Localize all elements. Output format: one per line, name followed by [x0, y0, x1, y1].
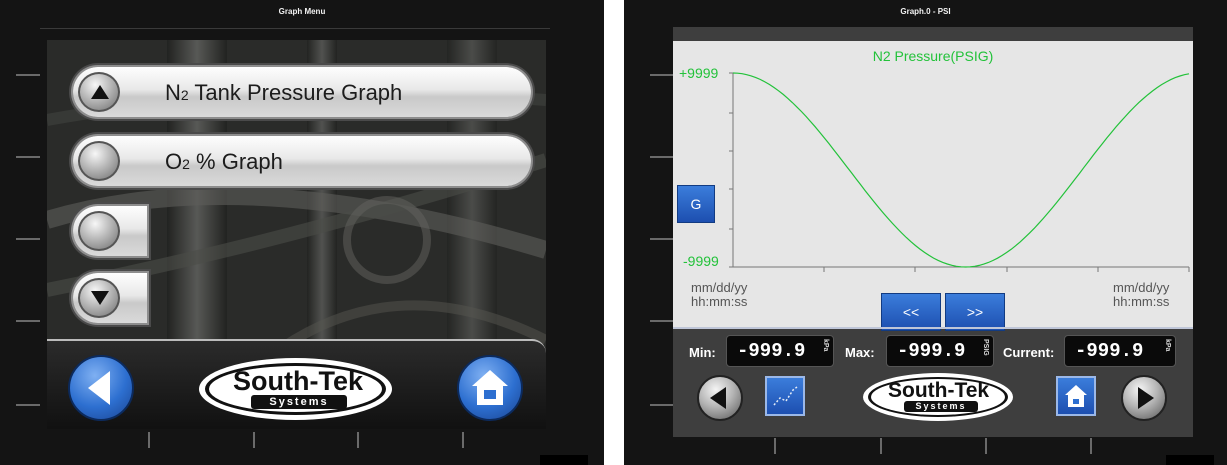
start-time: hh:mm:ss	[691, 294, 748, 309]
max-value: -999.9	[897, 340, 966, 362]
start-date: mm/dd/yy	[691, 280, 748, 295]
home-icon	[1065, 385, 1087, 407]
g-button[interactable]: G	[677, 185, 715, 223]
pressure-graph: N2 Pressure(PSIG) +9999 -9999 G mm/dd/yy…	[673, 41, 1193, 331]
menu-item-empty[interactable]	[73, 206, 147, 256]
side-tick	[650, 156, 674, 158]
bottom-tick	[880, 438, 882, 454]
y-ticks	[729, 72, 733, 268]
up-arrow-icon[interactable]	[78, 72, 120, 112]
side-tick	[650, 238, 674, 240]
min-value: -999.9	[737, 340, 806, 362]
window-title: Graph Menu	[278, 7, 326, 16]
current-unit: kPa	[1164, 339, 1171, 352]
max-readout: -999.9 PSIG	[886, 335, 994, 367]
min-unit: kPa	[822, 339, 829, 352]
window-title: Graph.0 - PSI	[900, 7, 951, 16]
side-tick	[650, 74, 674, 76]
corner-block	[1166, 455, 1214, 465]
menu-item-scroll-down[interactable]	[73, 273, 147, 323]
trend-icon	[773, 386, 798, 406]
y-min-label: -9999	[683, 253, 719, 269]
y-max-label: +9999	[679, 65, 719, 81]
bottom-tick	[253, 432, 255, 448]
menu-screen: N2 Tank Pressure Graph O2 % Graph South-…	[47, 40, 546, 429]
side-tick	[16, 238, 40, 240]
bottom-tick	[774, 438, 776, 454]
menu-item-label: O2 % Graph	[165, 149, 283, 174]
end-date: mm/dd/yy	[1113, 280, 1170, 295]
side-tick	[650, 404, 674, 406]
separator	[673, 327, 1193, 329]
current-label: Current:	[1003, 345, 1055, 360]
home-icon	[472, 370, 508, 405]
left-arrow-icon	[710, 387, 726, 409]
pressure-trend-line	[732, 72, 1190, 268]
frame-line	[40, 28, 550, 29]
back-arrow-icon	[88, 371, 110, 405]
end-timestamp: mm/dd/yy hh:mm:ss	[1113, 281, 1169, 309]
blank-knob-icon[interactable]	[78, 211, 120, 251]
blank-knob-icon[interactable]	[78, 141, 120, 181]
min-readout: -999.9 kPa	[726, 335, 834, 367]
min-label: Min:	[689, 345, 716, 360]
down-arrow-icon[interactable]	[78, 278, 120, 318]
bottom-bar: South-Tek Systems	[47, 339, 546, 429]
end-time: hh:mm:ss	[1113, 294, 1170, 309]
corner-block	[540, 455, 588, 465]
current-readout: -999.9 kPa	[1064, 335, 1176, 367]
scroll-back-button[interactable]: <<	[881, 293, 941, 331]
menu-item-o2-graph[interactable]: O2 % Graph	[73, 136, 531, 186]
side-tick	[650, 320, 674, 322]
back-button[interactable]	[68, 355, 134, 421]
start-timestamp: mm/dd/yy hh:mm:ss	[691, 281, 747, 309]
right-arrow-icon	[1138, 387, 1154, 409]
current-value: -999.9	[1075, 340, 1144, 362]
graph-window: Graph.0 - PSI N2 Pressure(PSIG) +9999 -9…	[624, 0, 1227, 465]
home-button[interactable]	[457, 355, 523, 421]
menu-item-n2-tank-pressure-graph[interactable]: N2 Tank Pressure Graph	[73, 67, 531, 117]
side-tick	[16, 74, 40, 76]
bottom-tick	[148, 432, 150, 448]
max-label: Max:	[845, 345, 875, 360]
side-tick	[16, 156, 40, 158]
scroll-forward-button[interactable]: >>	[945, 293, 1005, 331]
side-tick	[16, 320, 40, 322]
graph-screen: N2 Pressure(PSIG) +9999 -9999 G mm/dd/yy…	[673, 27, 1193, 437]
trend-button[interactable]	[765, 376, 805, 416]
bottom-tick	[462, 432, 464, 448]
bottom-tick	[357, 432, 359, 448]
max-unit: PSIG	[982, 339, 989, 356]
previous-screen-button[interactable]	[697, 375, 743, 421]
home-button[interactable]	[1056, 376, 1096, 416]
next-screen-button[interactable]	[1121, 375, 1167, 421]
menu-item-label: N2 Tank Pressure Graph	[165, 80, 403, 105]
bottom-tick	[1090, 438, 1092, 454]
bottom-tick	[985, 438, 987, 454]
graph-menu-window: Graph Menu N2 Tank Pressure Graph O2 % G…	[0, 0, 604, 465]
x-ticks	[823, 267, 1190, 272]
side-tick	[16, 404, 40, 406]
